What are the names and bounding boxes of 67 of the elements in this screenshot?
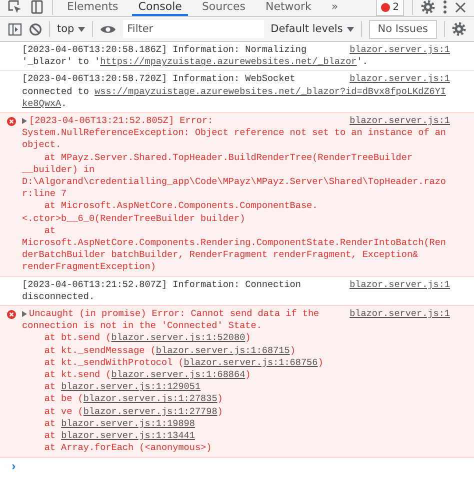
log-link[interactable]: blazor.server.js:1:52080 <box>111 332 246 345</box>
log-text: [2023-04-06T13:21:52.805Z] Error: <box>29 115 214 128</box>
log-text: at bt.send ( <box>44 332 112 345</box>
log-link[interactable]: blazor.server.js:1:13441 <box>61 430 195 442</box>
log-text: Microsoft.AspNetCore.Components.Rendering.ComponentState.RenderIntoBatch(Ren <box>22 237 446 250</box>
source-link[interactable]: blazor.server.js:1 <box>350 44 450 56</box>
log-text: at <box>44 381 56 394</box>
tab[interactable]: Sources <box>196 0 252 16</box>
log-text: Uncaught (in promise) Error: Cannot send data if the <box>29 308 320 320</box>
log-text: D:\Algorand\credentialling_app\Code\MPayz\MPayz.Server\Shared\TopHeader.razo <box>22 176 446 188</box>
log-text: at kt._sendMessage ( <box>44 344 156 357</box>
log-text: renderFragmentException) <box>22 261 156 274</box>
filter-field[interactable]: Filter <box>123 20 264 38</box>
log-link[interactable]: wss://mpayzuistage.azurewebsites.net/_blazor?id=dBvx8fpoLKdZ6YI <box>94 86 446 98</box>
log-text: ) <box>290 344 296 357</box>
error-count-badge[interactable]: 2 <box>376 0 404 16</box>
log-text: ) <box>318 356 324 370</box>
log-link[interactable]: https://mpayzuistage.azurewebsites.net/_blazor <box>100 56 357 68</box>
log-text: '. <box>356 56 368 68</box>
log-text: at <box>44 224 56 238</box>
error-count: 2 <box>392 2 399 12</box>
log-text: at Array.forEach (<anonymous>) <box>44 442 212 454</box>
log-text: . <box>61 98 67 110</box>
log-link[interactable]: blazor.server.js:1:68715 <box>156 344 290 357</box>
log-text: <.ctor>b__6_0(RenderTreeBuilder builder) <box>22 212 246 225</box>
log-text: disconnected. <box>22 290 95 304</box>
log-link[interactable]: blazor.server.js:1:129051 <box>61 381 201 394</box>
log-text: System.NullReferenceException: Object reference not set to an instance of an <box>22 127 446 140</box>
log-text: r:line 7 <box>22 188 67 200</box>
log-text: ) <box>217 393 223 406</box>
context-select[interactable]: top <box>56 23 86 35</box>
log-text: ) <box>245 332 251 345</box>
log-text: at <box>44 418 56 430</box>
log-text: __builder) in <box>22 164 95 176</box>
log-link[interactable]: blazor.server.js:1:27798 <box>83 406 218 418</box>
source-link[interactable]: blazor.server.js:1 <box>350 73 450 86</box>
log-link[interactable]: blazor.server.js:1:68756 <box>184 356 318 370</box>
log-text: '_blazor' to ' <box>22 56 100 68</box>
log-text: at be ( <box>44 393 84 406</box>
log-text: [2023-04-06T13:21:52.807Z] Information: Connection <box>22 278 301 291</box>
tab[interactable]: Network <box>259 0 318 16</box>
log-link[interactable]: blazor.server.js:1:19898 <box>61 418 195 430</box>
log-text: [2023-04-06T13:20:58.720Z] Information: WebSocket <box>22 73 296 86</box>
log-text: [2023-04-06T13:20:58.186Z] Information: Normalizing <box>22 44 307 56</box>
log-text: at Microsoft.AspNetCore.Components.ComponentBase. <box>44 200 318 213</box>
log-text: at kt._sendWithProtocol ( <box>44 356 184 370</box>
log-link[interactable]: blazor.server.js:1:68864 <box>111 369 246 382</box>
issues-button[interactable]: No Issues <box>368 20 438 38</box>
more-tabs-button[interactable]: » <box>325 0 344 16</box>
log-text: connection is not in the 'Connected' State. <box>22 320 262 332</box>
log-text: ) <box>217 406 223 418</box>
log-text: object. <box>22 139 62 152</box>
console-prompt[interactable]: › <box>10 460 18 474</box>
source-link[interactable]: blazor.server.js:1 <box>350 278 450 291</box>
log-text: at kt.send ( <box>44 369 112 382</box>
log-text: derBatchBuilder batchBuilder, RenderFragment renderFragment, Exception& <box>22 249 418 262</box>
source-link[interactable]: blazor.server.js:1 <box>350 308 450 320</box>
log-text: at ve ( <box>44 406 84 418</box>
log-link[interactable]: blazor.server.js:1:27835 <box>83 393 218 406</box>
source-link[interactable]: blazor.server.js:1 <box>350 115 450 128</box>
log-text: ) <box>245 369 251 382</box>
log-text: at MPayz.Server.Shared.TopHeader.BuildRenderTree(RenderTreeBuilder <box>44 152 413 164</box>
tab[interactable]: Elements <box>61 0 124 16</box>
log-levels-select[interactable]: Default levels <box>270 23 354 35</box>
log-text: connected to <box>22 86 90 98</box>
log-text: at <box>44 430 56 442</box>
log-link[interactable]: ke8QwxA <box>22 98 62 110</box>
